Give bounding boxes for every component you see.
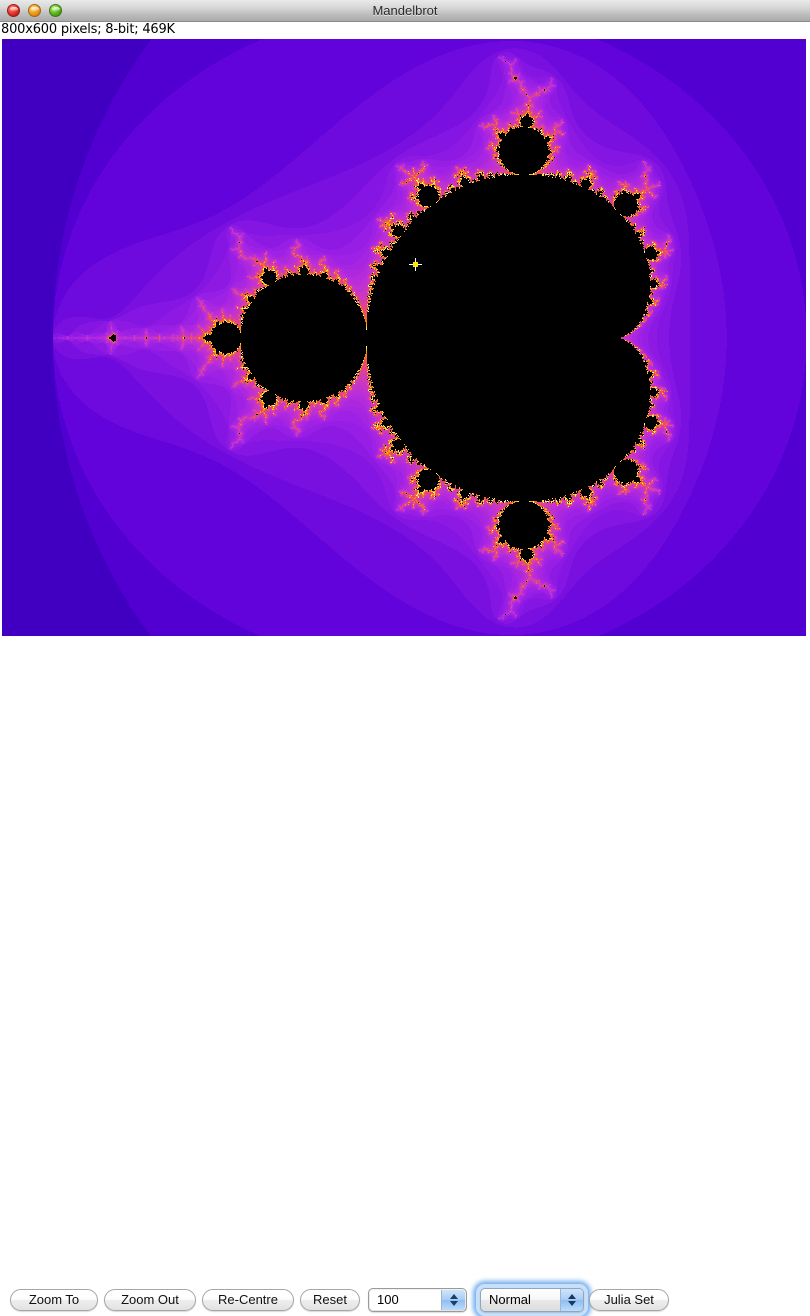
stepper-up-icon[interactable] [450,1294,458,1299]
window-title: Mandelbrot [372,3,438,18]
iterations-stepper-arrows[interactable] [441,1290,465,1310]
mode-popup-value: Normal [489,1292,531,1307]
bottom-toolbar: Zoom To Zoom Out Re-Centre Reset 100 Nor… [0,640,810,1316]
status-bar: 800x600 pixels; 8-bit; 469K [0,22,810,39]
reset-button[interactable]: Reset [300,1289,360,1311]
stepper-down-icon[interactable] [450,1301,458,1306]
mandelbrot-canvas[interactable] [2,39,806,636]
zoom-to-button[interactable]: Zoom To [10,1289,98,1311]
mode-popup-arrows[interactable] [560,1289,583,1311]
image-info-text: 800x600 pixels; 8-bit; 469K [1,22,175,37]
fractal-canvas-area[interactable] [2,39,806,636]
iterations-stepper[interactable]: 100 [368,1288,467,1312]
re-centre-button[interactable]: Re-Centre [202,1289,294,1311]
iterations-input[interactable]: 100 [370,1290,443,1310]
title-bar: Mandelbrot [0,0,810,22]
julia-set-button[interactable]: Julia Set [589,1289,669,1311]
chevron-up-icon [568,1294,576,1299]
chevron-down-icon [568,1301,576,1306]
zoom-out-button[interactable]: Zoom Out [104,1289,196,1311]
mode-popup-button[interactable]: Normal [480,1288,584,1312]
mandelbrot-window: Mandelbrot 800x600 pixels; 8-bit; 469K Z… [0,0,810,1316]
